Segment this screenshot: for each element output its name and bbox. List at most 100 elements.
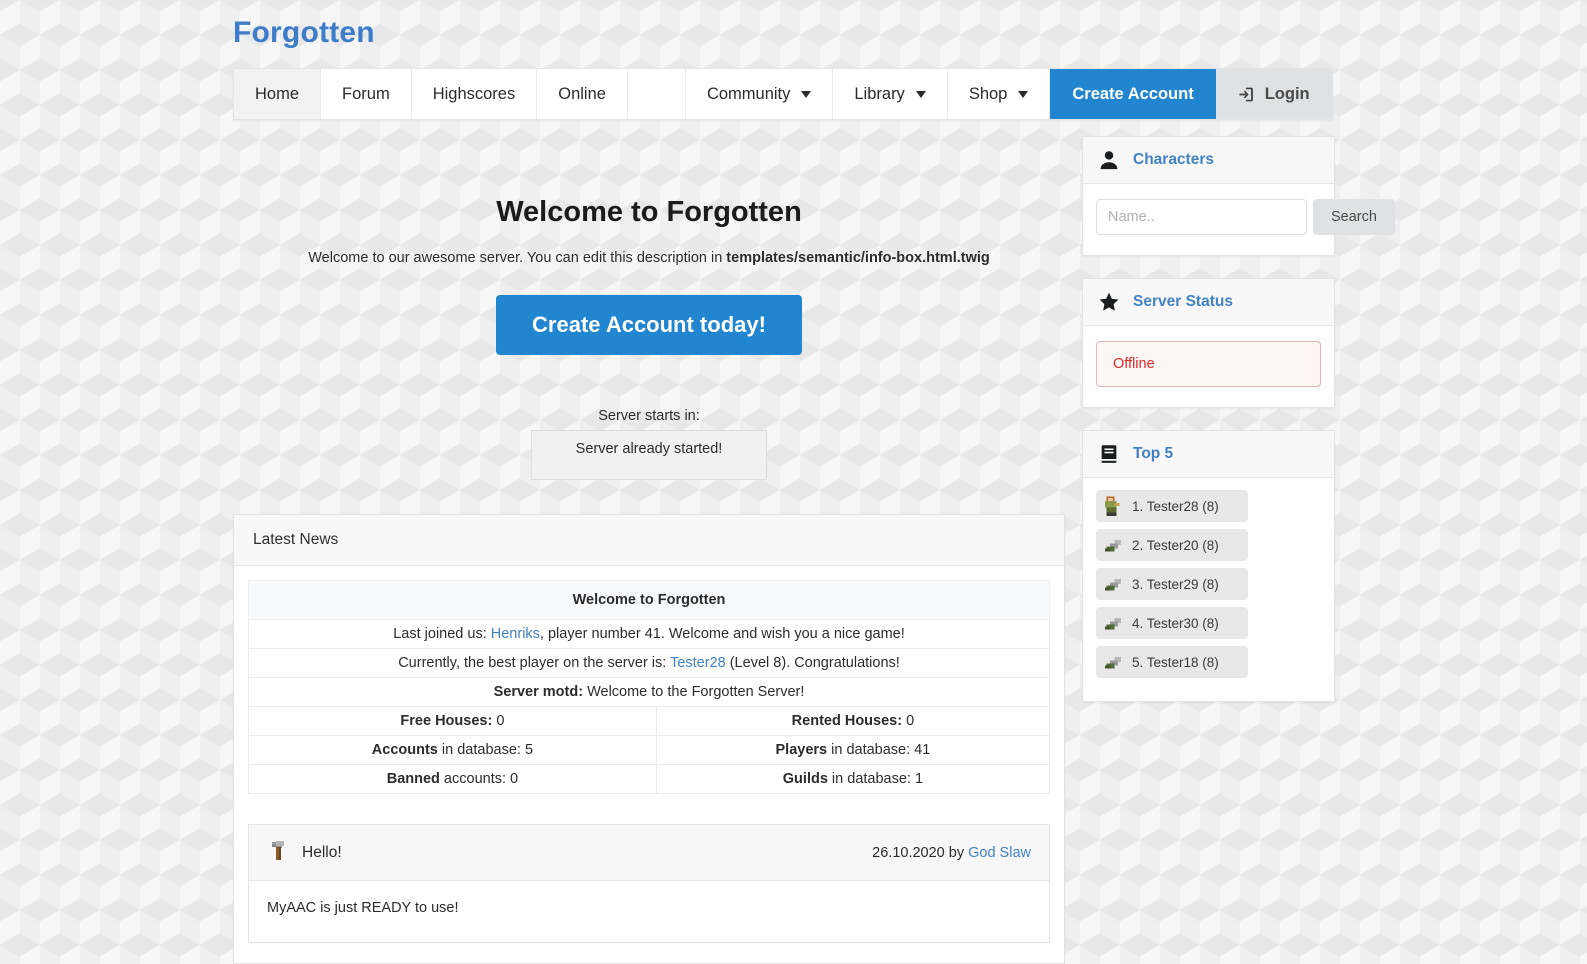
top5-entry-label: 5. Tester18 (8) [1132,654,1219,670]
news-post-title-wrap: Hello! [267,838,342,867]
stat-right-label: Guilds [782,771,828,787]
top5-entry-label: 3. Tester29 (8) [1132,576,1219,592]
stat-right-value: in database: 41 [827,742,931,758]
character-search-button[interactable]: Search [1313,199,1395,235]
creature-sprite-icon [1100,571,1126,597]
stat-right-label: Players [775,742,828,758]
stat-left: Accounts in database: 5 [248,735,657,765]
news-post-body: MyAAC is just READY to use! [267,900,459,916]
nav-item-label: Forum [342,84,390,103]
page-title: Welcome to Forgotten [496,196,802,228]
main-content: Welcome to Forgotten Welcome to our awes… [233,160,1065,964]
nav-item-community[interactable]: Community [685,69,834,119]
welcome-description-path: templates/semantic/info-box.html.twig [726,250,990,266]
top5-entry-label: 4. Tester30 (8) [1132,615,1219,631]
cta-container: Create Account today! [233,295,1065,355]
sign-in-icon [1238,86,1255,103]
top5-entry[interactable]: 3. Tester29 (8) [1096,568,1248,600]
stat-right-value: in database: 1 [827,771,924,787]
nav-item-label: Shop [968,84,1008,103]
nav-item-label: Home [255,84,300,103]
nav-item-shop[interactable]: Shop [947,69,1051,119]
server-info-link[interactable]: Tester28 [670,655,726,671]
hammer-icon [267,838,289,867]
top5-entry[interactable]: 2. Tester20 (8) [1096,529,1248,561]
news-post-header: Hello! 26.10.2020 by God Slaw [249,825,1049,881]
stat-left-value: 0 [492,713,505,729]
creature-sprite-icon [1100,532,1126,558]
top5-entry[interactable]: 4. Tester30 (8) [1096,607,1248,639]
table-row: Banned accounts: 0 Guilds in database: 1 [248,764,1051,794]
server-info-text: (Level 8). Congratulations! [725,655,900,671]
create-account-nav-button[interactable]: Create Account [1050,69,1216,119]
character-outfit-icon [1100,493,1126,519]
main-navigation: Home Forum Highscores Online Community Librar… [233,68,1333,120]
top5-entry[interactable]: 5. Tester18 (8) [1096,646,1248,678]
user-icon [1098,149,1120,171]
nav-item-highscores[interactable]: Highscores [411,69,538,119]
chevron-down-icon [1018,90,1029,98]
nav-item-library[interactable]: Library [833,69,948,119]
server-starts-value: Server already started! [531,430,767,480]
nav-item-forum[interactable]: Forum [321,69,412,119]
server-info-header: Welcome to Forgotten [248,580,1050,620]
top5-card-title: Top 5 [1133,445,1174,462]
server-info-text: , player number 41. Welcome and wish you… [539,626,905,642]
status-badge: Offline [1096,341,1321,387]
nav-item-label: Library [854,84,905,103]
page-root: Forgotten Home Forum Highscores Online Commu… [0,0,1587,964]
nav-item-home[interactable]: Home [234,69,322,119]
stat-right-value: 0 [902,713,915,729]
star-icon [1098,291,1120,313]
news-post-title: Hello! [302,843,342,861]
server-info-table: Welcome to Forgotten Last joined us: Henr… [248,580,1051,794]
stat-left-value: accounts: 0 [439,771,519,787]
stat-right: Players in database: 41 [655,735,1051,765]
top5-entry[interactable]: 1. Tester28 (8) [1096,490,1248,522]
nav-item-label: Online [558,84,606,103]
stat-left-label: Banned [386,771,440,787]
stat-left: Banned accounts: 0 [248,764,657,794]
table-row: Last joined us: Henriks, player number 4… [248,619,1050,649]
server-info-bold: Server motd: [493,684,584,700]
server-status-card: Server Status Offline [1082,278,1335,408]
server-info-line: Server motd: Welcome to the Forgotten Se… [248,677,1050,707]
table-row: Welcome to Forgotten [248,580,1050,620]
characters-card-title: Characters [1133,151,1214,168]
character-search-row: Search [1096,199,1395,235]
characters-card-body: Search [1083,184,1395,255]
create-account-today-button[interactable]: Create Account today! [496,295,802,355]
latest-news-title: Latest News [234,515,1064,566]
sidebar: Characters Search Server Status Offline [1082,136,1395,724]
server-starts-label: Server starts in: [598,408,700,424]
login-nav-button[interactable]: Login [1215,69,1332,119]
nav-item-online[interactable]: Online [537,69,628,119]
stat-right: Rented Houses: 0 [655,706,1051,736]
server-info-text: Last joined us: [393,626,491,642]
news-post-author-link[interactable]: God Slaw [968,845,1031,861]
stat-left-label: Accounts [371,742,438,758]
server-info-text: Currently, the best player on the server… [398,655,671,671]
creature-sprite-icon [1100,610,1126,636]
book-icon [1098,443,1120,465]
table-row: Currently, the best player on the server… [248,648,1050,678]
chevron-down-icon [801,90,812,98]
site-logo[interactable]: Forgotten [233,16,375,50]
chevron-down-icon [915,90,926,98]
top5-card: Top 5 1. Tester28 (8) 2. Tester20 (8) 3. T… [1082,430,1335,702]
characters-card: Characters Search [1082,136,1395,256]
stat-right: Guilds in database: 1 [655,764,1051,794]
server-status-card-body: Offline [1083,326,1334,407]
top5-list: 1. Tester28 (8) 2. Tester20 (8) 3. Tester2… [1083,478,1334,701]
server-info-link[interactable]: Henriks [491,626,540,642]
table-row: Free Houses: 0 Rented Houses: 0 [248,706,1051,736]
news-post-date: 26.10.2020 by [872,844,969,861]
stat-left-label: Free Houses: [400,713,493,729]
login-nav-label: Login [1264,84,1310,103]
news-post-meta: 26.10.2020 by God Slaw [872,845,1031,861]
welcome-description-prefix: Welcome to our awesome server. You can e… [308,250,727,266]
latest-news-panel: Latest News Welcome to Forgotten Last joi… [233,514,1065,964]
creature-sprite-icon [1100,649,1126,675]
character-search-input[interactable] [1096,199,1307,235]
news-post: Hello! 26.10.2020 by God Slaw MyAAC is j… [248,824,1050,943]
